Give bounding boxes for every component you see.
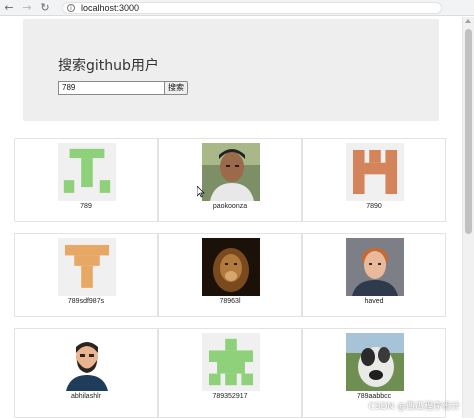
user-login[interactable]: 7890 xyxy=(303,202,445,212)
address-bar[interactable]: i localhost:3000 xyxy=(62,1,442,14)
user-login[interactable]: 789352917 xyxy=(159,392,301,402)
user-card: 789352917 xyxy=(158,328,302,418)
user-login[interactable]: abhilashlr xyxy=(15,392,157,402)
user-login[interactable]: paokoonza xyxy=(159,202,301,212)
cursor-arrow-icon xyxy=(196,185,205,198)
user-card: paokoonza xyxy=(158,138,302,222)
scrollbar[interactable] xyxy=(462,17,474,418)
page-title: 搜索github用户 xyxy=(58,58,159,74)
user-avatar[interactable] xyxy=(202,238,260,296)
search-button[interactable]: 搜索 xyxy=(164,81,188,95)
user-card: haved xyxy=(302,233,446,317)
search-input[interactable]: 789 xyxy=(58,81,166,95)
user-avatar[interactable] xyxy=(202,333,260,391)
lion-photo-image xyxy=(202,238,260,296)
user-avatar[interactable] xyxy=(346,238,404,296)
bearded-man-cartoon-image xyxy=(58,333,116,391)
selfie-photo-image xyxy=(202,143,260,201)
user-login[interactable]: 789sdf987s xyxy=(15,297,157,307)
url-text: localhost:3000 xyxy=(81,2,140,13)
watermark: CSDN @西瓜程序设计 xyxy=(368,402,460,412)
user-login[interactable]: 78963l xyxy=(159,297,301,307)
user-card: 78963l xyxy=(158,233,302,317)
user-avatar[interactable] xyxy=(58,333,116,391)
user-avatar[interactable] xyxy=(346,333,404,391)
page-content: 搜索github用户 789 搜索 789 paokoonza 7890 789… xyxy=(0,17,462,418)
forward-button[interactable]: → xyxy=(18,0,36,16)
reload-icon: ↻ xyxy=(40,1,50,14)
user-avatar[interactable] xyxy=(58,238,116,296)
scrollbar-thumb[interactable] xyxy=(465,29,472,234)
identicon-green-image xyxy=(58,143,116,201)
scroll-up-arrow-icon[interactable] xyxy=(465,19,471,23)
identicon-green-cross-image xyxy=(202,333,260,391)
info-icon[interactable]: i xyxy=(67,3,75,12)
user-card: 789sdf987s xyxy=(14,233,158,317)
browser-toolbar: ← → ↻ i localhost:3000 xyxy=(0,0,474,16)
user-login[interactable]: 789 xyxy=(15,202,157,212)
user-card: 7890 xyxy=(302,138,446,222)
search-jumbotron: 搜索github用户 789 搜索 xyxy=(23,19,439,121)
portrait-photo-image xyxy=(346,238,404,296)
user-card: 789 xyxy=(14,138,158,222)
identicon-orange-t-image xyxy=(58,238,116,296)
user-avatar[interactable] xyxy=(58,143,116,201)
identicon-orange-h-image xyxy=(346,143,404,201)
reload-button[interactable]: ↻ xyxy=(36,0,54,16)
user-card: abhilashlr xyxy=(14,328,158,418)
back-button[interactable]: ← xyxy=(0,0,18,16)
dog-photo-image xyxy=(346,333,404,391)
user-avatar[interactable] xyxy=(202,143,260,201)
arrow-left-icon: ← xyxy=(4,1,14,14)
user-avatar[interactable] xyxy=(346,143,404,201)
user-login[interactable]: haved xyxy=(303,297,445,307)
arrow-right-icon: → xyxy=(22,1,32,14)
